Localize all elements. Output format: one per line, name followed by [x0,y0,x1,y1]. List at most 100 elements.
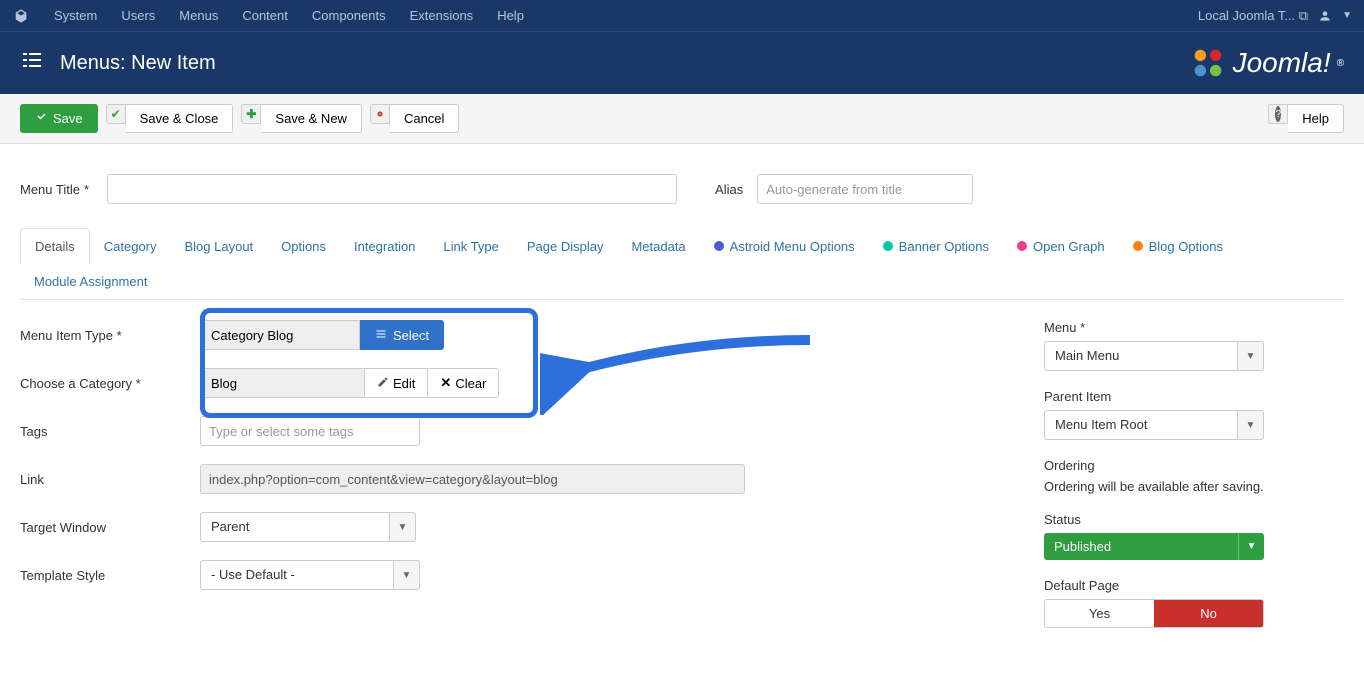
choose-category-row: Choose a Category * Edit ✕ Clear [20,368,984,398]
left-column: Menu Item Type * Select Choose a Categor… [20,320,984,646]
user-caret-icon[interactable]: ▼ [1342,10,1352,21]
tab-content: Menu Item Type * Select Choose a Categor… [20,300,1344,666]
menu-title-input[interactable] [107,174,677,204]
top-menu-right: Local Joomla T... ⧉ ▼ [1198,7,1352,25]
top-menu-content[interactable]: Content [230,8,300,23]
tab-astroid[interactable]: Astroid Menu Options [700,228,869,264]
ordering-note: Ordering will be available after saving. [1044,479,1344,494]
menu-select[interactable]: Main Menu ▼ [1044,341,1264,371]
tab-options[interactable]: Options [267,228,340,264]
page-header: Menus: New Item Joomla! ® [0,31,1364,94]
tab-module-assignment[interactable]: Module Assignment [20,264,161,299]
page-title: Menus: New Item [60,52,216,75]
apply-icon [35,111,47,126]
list-icon [375,328,387,343]
list-icon [20,48,44,78]
ordering-field: Ordering Ordering will be available afte… [1044,458,1344,494]
admin-top-bar: System Users Menus Content Components Ex… [0,0,1364,31]
ordering-label: Ordering [1044,458,1344,473]
parent-field: Parent Item Menu Item Root ▼ [1044,389,1344,440]
chevron-down-icon[interactable]: ▼ [394,560,420,590]
dot-icon [883,241,893,251]
default-page-field: Default Page Yes No [1044,578,1344,628]
joomla-logo[interactable]: Joomla! ® [1189,44,1344,82]
default-yes-button[interactable]: Yes [1045,600,1154,627]
top-menu-help[interactable]: Help [485,8,536,23]
help-group: ? Help [1268,104,1344,133]
menu-item-type-row: Menu Item Type * Select [20,320,984,350]
edit-category-button[interactable]: Edit [365,368,428,398]
tab-category[interactable]: Category [90,228,171,264]
close-icon: ✕ [440,375,451,391]
tab-integration[interactable]: Integration [340,228,429,264]
menu-item-type-group: Select [200,320,444,350]
status-select[interactable]: Published ▼ [1044,533,1264,560]
menu-item-type-label: Menu Item Type * [20,328,200,343]
top-menu-users[interactable]: Users [109,8,167,23]
top-menu-system[interactable]: System [42,8,109,23]
page-title-wrap: Menus: New Item [20,48,216,78]
status-value: Published [1044,533,1238,560]
category-value [200,368,365,398]
chevron-down-icon[interactable]: ▼ [1238,341,1264,371]
target-window-select[interactable]: Parent ▼ [200,512,416,542]
tab-metadata[interactable]: Metadata [617,228,699,264]
save-close-button[interactable]: Save & Close [126,104,234,133]
help-icon: ? [1268,104,1288,124]
tags-input[interactable] [200,416,420,446]
joomla-icon[interactable] [12,7,30,25]
external-link-icon: ⧉ [1299,8,1308,23]
alias-wrap: Alias [715,174,973,204]
default-page-toggle: Yes No [1044,599,1264,628]
tab-banner[interactable]: Banner Options [869,228,1003,264]
chevron-down-icon[interactable]: ▼ [1238,533,1264,560]
tab-page-display[interactable]: Page Display [513,228,618,264]
menu-value: Main Menu [1044,341,1238,371]
top-menu-extensions[interactable]: Extensions [398,8,486,23]
pencil-icon [377,376,389,391]
top-menu-components[interactable]: Components [300,8,398,23]
site-link[interactable]: Local Joomla T... ⧉ [1198,8,1308,24]
brand-text: Joomla! [1233,47,1331,79]
dot-icon [1017,241,1027,251]
template-style-select[interactable]: - Use Default - ▼ [200,560,420,590]
save-new-button[interactable]: Save & New [261,104,362,133]
select-type-button[interactable]: Select [360,320,444,350]
tab-details[interactable]: Details [20,228,90,265]
parent-value: Menu Item Root [1044,410,1238,440]
dot-icon [714,241,724,251]
plus-icon: ✚ [241,104,261,124]
parent-select[interactable]: Menu Item Root ▼ [1044,410,1264,440]
default-page-label: Default Page [1044,578,1344,593]
cancel-icon [370,104,390,124]
default-no-button[interactable]: No [1154,600,1263,627]
link-value [200,464,745,494]
parent-label: Parent Item [1044,389,1344,404]
tab-blog-layout[interactable]: Blog Layout [171,228,268,264]
status-label: Status [1044,512,1344,527]
save-button[interactable]: Save [20,104,98,133]
chevron-down-icon[interactable]: ▼ [1238,410,1264,440]
action-toolbar: Save ✔ Save & Close ✚ Save & New Cancel … [0,94,1364,144]
chevron-down-icon[interactable]: ▼ [390,512,416,542]
help-button[interactable]: Help [1288,104,1344,133]
link-label: Link [20,472,200,487]
top-menu-menus[interactable]: Menus [167,8,230,23]
content-area: Menu Title * Alias Details Category Blog… [0,144,1364,686]
tab-link-type[interactable]: Link Type [429,228,512,264]
alias-input[interactable] [757,174,973,204]
clear-category-button[interactable]: ✕ Clear [428,368,499,398]
cancel-button[interactable]: Cancel [390,104,459,133]
template-style-value: - Use Default - [200,560,394,590]
title-row: Menu Title * Alias [20,174,1344,204]
menu-label: Menu * [1044,320,1344,335]
template-style-row: Template Style - Use Default - ▼ [20,560,984,590]
target-window-label: Target Window [20,520,200,535]
template-style-label: Template Style [20,568,200,583]
user-icon[interactable] [1316,7,1334,25]
top-menu-left: System Users Menus Content Components Ex… [12,7,536,25]
alias-label: Alias [715,182,743,197]
tab-blog-options[interactable]: Blog Options [1119,228,1237,264]
tab-open-graph[interactable]: Open Graph [1003,228,1119,264]
right-column: Menu * Main Menu ▼ Parent Item Menu Item… [1044,320,1344,646]
